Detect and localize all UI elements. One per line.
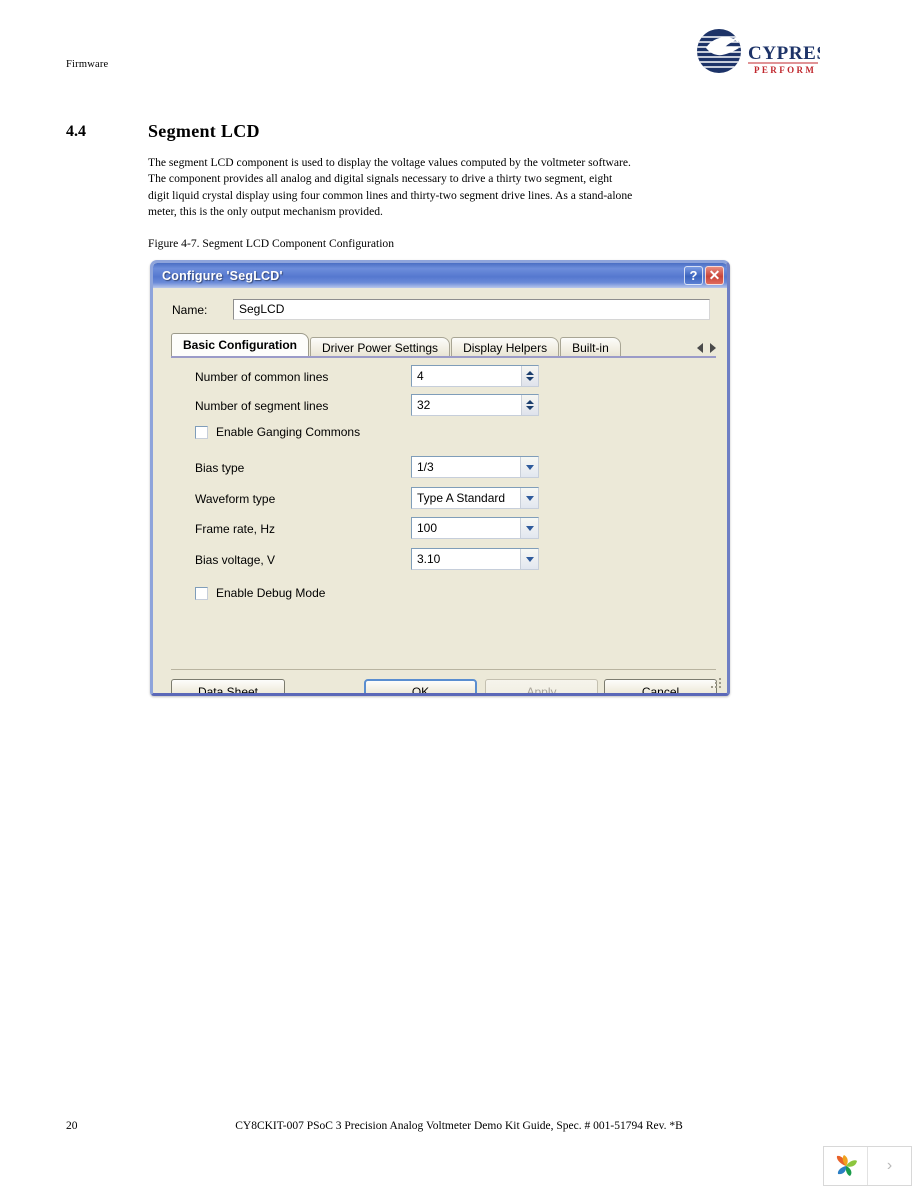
combo-value-bias-voltage: 3.10 <box>417 552 441 566</box>
spinner-buttons-segment-lines[interactable] <box>521 395 538 415</box>
next-page-button[interactable]: › <box>868 1147 911 1185</box>
combo-value-frame-rate: 100 <box>417 521 438 535</box>
spin-up-icon[interactable] <box>526 371 534 375</box>
spinner-value-segment-lines: 32 <box>417 398 431 412</box>
combo-bias-voltage[interactable]: 3.10 <box>411 548 539 570</box>
checkbox-row-enable-ganging-commons[interactable]: Enable Ganging Commons <box>195 425 360 439</box>
dialog-title: Configure 'SegLCD' <box>162 268 283 283</box>
checkbox-enable-ganging-commons[interactable] <box>195 425 208 439</box>
spin-down-icon[interactable] <box>526 406 534 410</box>
combo-frame-rate[interactable]: 100 <box>411 517 539 539</box>
spin-down-icon[interactable] <box>526 377 534 381</box>
combo-value-bias-type: 1/3 <box>417 460 434 474</box>
dialog-body: Name: SegLCD Basic Configuration Driver … <box>153 288 727 693</box>
page-footer: CY8CKIT-007 PSoC 3 Precision Analog Volt… <box>235 1120 683 1132</box>
button-separator <box>171 669 716 670</box>
configure-seglcd-dialog: Configure 'SegLCD' ? ✕ Name: SegLCD Basi… <box>150 260 730 696</box>
chevron-down-icon[interactable] <box>520 488 538 508</box>
tab-scroll-left-icon[interactable] <box>697 343 703 353</box>
name-label: Name: <box>172 303 208 317</box>
tab-scroll-right-icon[interactable] <box>710 343 716 353</box>
chevron-down-icon[interactable] <box>520 457 538 477</box>
name-input[interactable]: SegLCD <box>233 299 710 320</box>
svg-text:PERFORM: PERFORM <box>754 65 816 75</box>
checkbox-row-enable-debug-mode[interactable]: Enable Debug Mode <box>195 586 325 600</box>
tab-nav <box>697 343 716 356</box>
body-paragraph: The segment LCD component is used to dis… <box>148 156 633 218</box>
label-number-of-segment-lines: Number of segment lines <box>195 399 329 413</box>
name-row: Name: SegLCD <box>153 299 727 323</box>
dialog-titlebar[interactable]: Configure 'SegLCD' ? ✕ <box>153 263 727 288</box>
cypress-logo: CYPRESS PERFORM <box>692 28 820 84</box>
label-number-of-common-lines: Number of common lines <box>195 370 329 384</box>
spin-up-icon[interactable] <box>526 400 534 404</box>
data-sheet-button[interactable]: Data Sheet <box>171 679 285 693</box>
label-enable-debug-mode: Enable Debug Mode <box>216 586 326 600</box>
page-title: Segment LCD <box>148 121 260 141</box>
viewer-brand-logo[interactable] <box>824 1147 868 1185</box>
tabstrip: Basic Configuration Driver Power Setting… <box>171 333 716 357</box>
label-waveform-type: Waveform type <box>195 492 276 506</box>
running-head: Firmware <box>66 59 109 70</box>
tab-driver-power-settings[interactable]: Driver Power Settings <box>310 337 451 357</box>
section-number: 4.4 <box>66 123 86 140</box>
tab-built-in[interactable]: Built-in <box>560 337 621 357</box>
chevron-down-icon[interactable] <box>520 518 538 538</box>
label-frame-rate: Frame rate, Hz <box>195 522 276 536</box>
figure-caption: Figure 4-7. Segment LCD Component Config… <box>148 237 395 250</box>
cypress-logo-svg: CYPRESS PERFORM <box>697 29 820 75</box>
viewer-widget: › <box>823 1146 912 1186</box>
label-bias-type: Bias type <box>195 461 245 475</box>
ok-button[interactable]: OK <box>364 679 477 693</box>
checkbox-enable-debug-mode[interactable] <box>195 586 208 600</box>
cancel-button[interactable]: Cancel <box>604 679 717 693</box>
tab-basic-configuration[interactable]: Basic Configuration <box>171 333 310 356</box>
apply-button: Apply <box>485 679 598 693</box>
chevron-down-icon[interactable] <box>520 549 538 569</box>
petal-logo-icon <box>836 1155 857 1176</box>
combo-value-waveform-type: Type A Standard <box>417 491 506 505</box>
spinner-buttons-common-lines[interactable] <box>521 366 538 386</box>
help-icon[interactable]: ? <box>684 266 703 285</box>
svg-text:CYPRESS: CYPRESS <box>748 43 820 64</box>
label-bias-voltage: Bias voltage, V <box>195 553 276 567</box>
spinner-number-of-common-lines[interactable]: 4 <box>411 365 539 387</box>
spinner-number-of-segment-lines[interactable]: 32 <box>411 394 539 416</box>
combo-bias-type[interactable]: 1/3 <box>411 456 539 478</box>
close-icon[interactable]: ✕ <box>705 266 724 285</box>
resize-grip[interactable] <box>711 678 723 690</box>
tab-panel-basic-configuration: Number of common lines 4 Number of segme… <box>171 358 716 615</box>
spinner-value-common-lines: 4 <box>417 369 424 383</box>
tab-display-helpers[interactable]: Display Helpers <box>451 337 560 357</box>
label-enable-ganging-commons: Enable Ganging Commons <box>216 425 361 439</box>
combo-waveform-type[interactable]: Type A Standard <box>411 487 539 509</box>
dialog-button-row: Data Sheet OK Apply Cancel <box>153 679 727 693</box>
